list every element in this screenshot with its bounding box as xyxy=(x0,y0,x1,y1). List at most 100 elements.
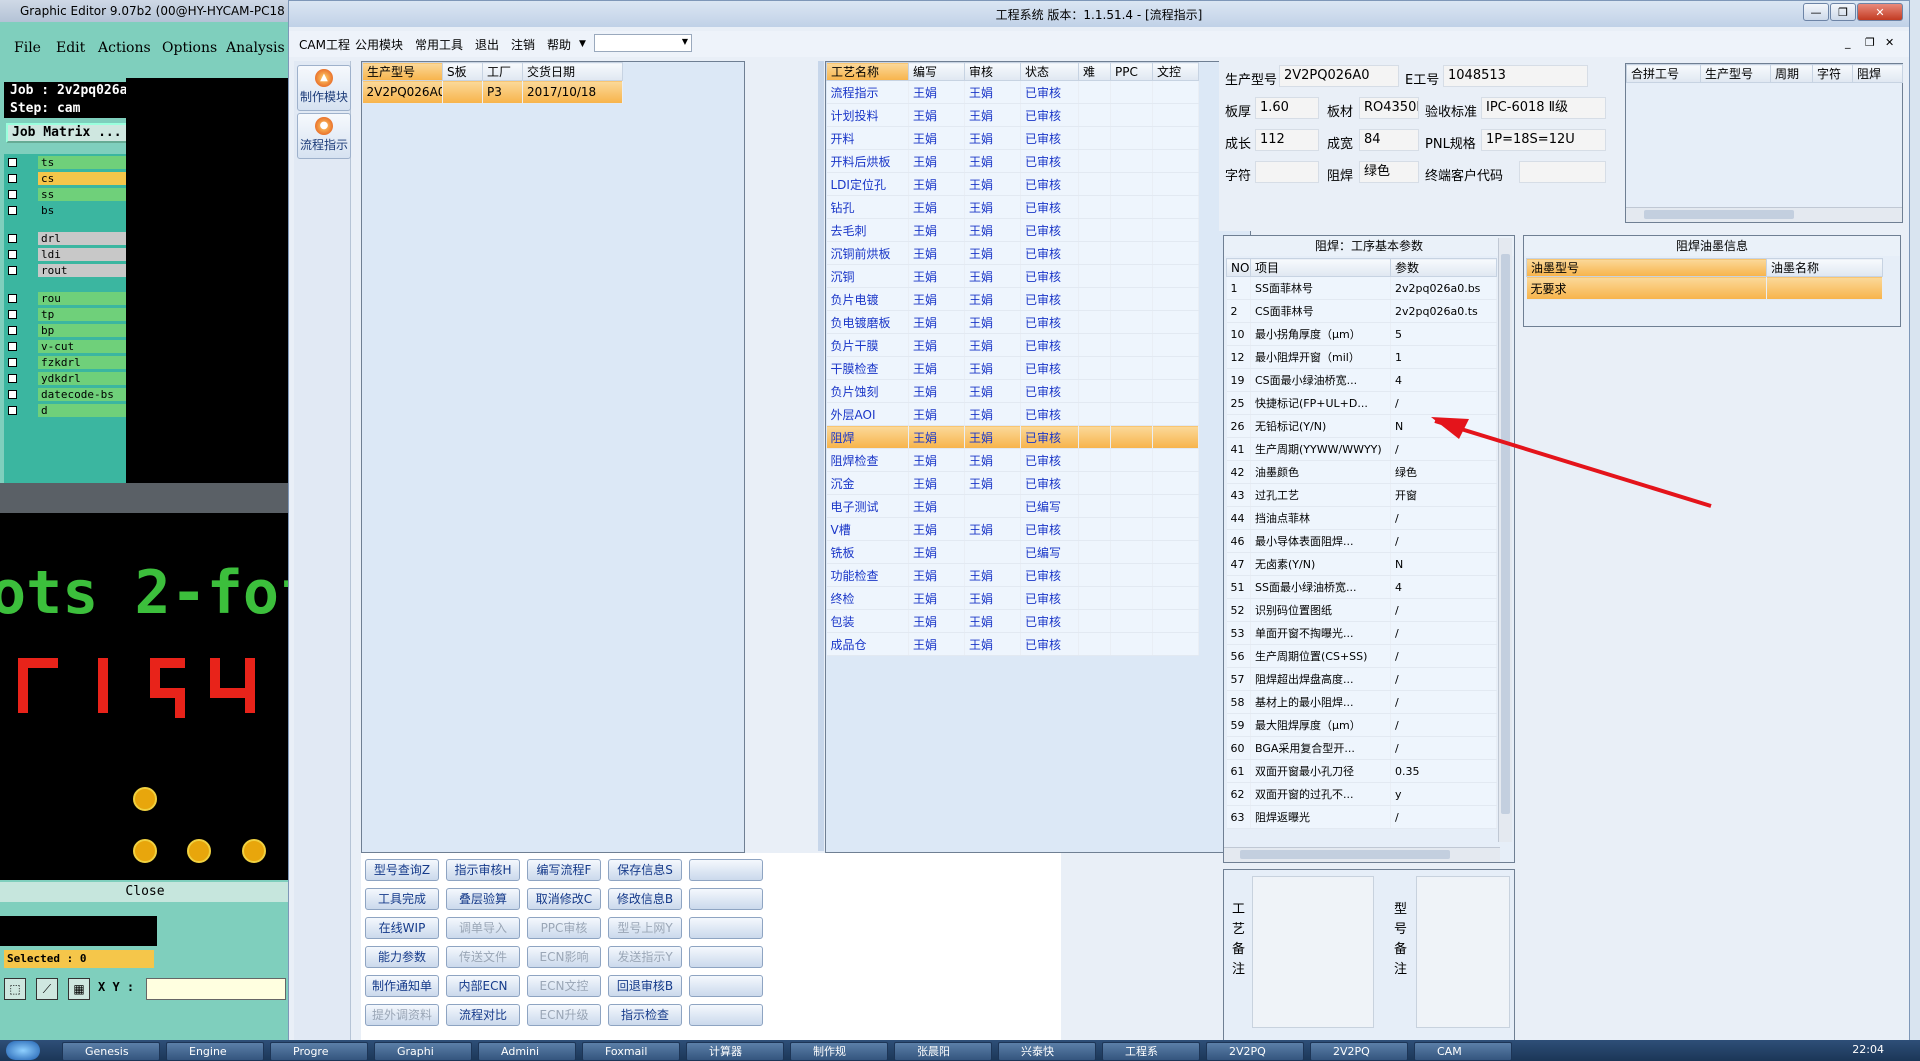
process-row[interactable]: 铣板 王娟 已编写 xyxy=(826,540,1199,564)
process-row[interactable]: 电子测试 王娟 已编写 xyxy=(826,494,1199,518)
action-button-4-0[interactable]: 制作通知单 xyxy=(365,975,439,997)
action-button-2-3[interactable]: 型号上网Y xyxy=(608,917,682,939)
layer-checkbox[interactable] xyxy=(8,206,17,215)
layer-row-2[interactable]: ss xyxy=(8,188,126,202)
layer-checkbox[interactable] xyxy=(8,326,17,335)
param-row[interactable]: 25 快捷标记(FP+UL+D... / xyxy=(1226,391,1497,415)
ge-menu-edit[interactable]: Edit xyxy=(56,40,85,56)
param-row[interactable]: 57 阻焊超出焊盘高度... / xyxy=(1226,667,1497,691)
proc-col-status[interactable]: 状态 xyxy=(1020,62,1079,81)
layer-checkbox[interactable] xyxy=(8,294,17,303)
taskbar-item[interactable]: Admini xyxy=(478,1042,576,1061)
action-button-4-2[interactable]: ECN文控 xyxy=(527,975,601,997)
process-row[interactable]: 包装 王娟 王娟 已审核 xyxy=(826,609,1199,633)
layer-checkbox[interactable] xyxy=(8,342,17,351)
ink-col-name[interactable]: 油墨名称 xyxy=(1766,258,1883,277)
layer-checkbox[interactable] xyxy=(8,406,17,415)
menu-dropdown-icon[interactable]: ▼ xyxy=(579,39,586,49)
layer-row-11[interactable]: fzkdrl xyxy=(8,356,126,370)
action-button-0-2[interactable]: 编写流程F xyxy=(527,859,601,881)
action-button-2-0[interactable]: 在线WIP xyxy=(365,917,439,939)
param-row[interactable]: 26 无铅标记(Y/N) N xyxy=(1226,414,1497,438)
process-row[interactable]: LDI定位孔 王娟 王娟 已审核 xyxy=(826,172,1199,196)
process-row[interactable]: V槽 王娟 王娟 已审核 xyxy=(826,517,1199,541)
zoom-icon[interactable]: ⬚ xyxy=(4,978,26,1000)
param-row[interactable]: 41 生产周期(YYWW/WWYY) / xyxy=(1226,437,1497,461)
taskbar-item[interactable]: Graphi xyxy=(374,1042,472,1061)
layer-row-8[interactable]: tp xyxy=(8,308,126,322)
layer-row-1[interactable]: cs xyxy=(8,172,126,186)
param-row[interactable]: 43 过孔工艺 开窗 xyxy=(1226,483,1497,507)
model-field[interactable]: 2V2PQ026A0 xyxy=(1279,65,1399,87)
taskbar-item[interactable]: Progre xyxy=(270,1042,368,1061)
action-button-3-3[interactable]: 发送指示Y xyxy=(608,946,682,968)
maximize-icon[interactable]: ❐ xyxy=(1830,3,1856,21)
param-row[interactable]: 62 双面开窗的过孔不... y xyxy=(1226,782,1497,806)
mdi-minimize-icon[interactable]: _ xyxy=(1845,36,1851,49)
layer-row-12[interactable]: ydkdrl xyxy=(8,372,126,386)
process-row[interactable]: 外层AOI 王娟 王娟 已审核 xyxy=(826,402,1199,426)
process-remarks-textarea[interactable] xyxy=(1252,876,1374,1028)
taskbar-item[interactable]: 工程系 xyxy=(1102,1042,1200,1061)
menu-exit[interactable]: 退出 xyxy=(475,36,499,53)
layer-checkbox[interactable] xyxy=(8,190,17,199)
nav-process-instruction[interactable]: ● 流程指示 xyxy=(297,113,351,159)
action-button-4-4[interactable] xyxy=(689,975,763,997)
action-button-1-1[interactable]: 叠层验算 xyxy=(446,888,520,910)
param-scrollbar[interactable] xyxy=(1498,238,1512,842)
menu-common-module[interactable]: 公用模块 xyxy=(355,36,403,53)
param-row[interactable]: 52 识别码位置图纸 / xyxy=(1226,598,1497,622)
mdi-close-icon[interactable]: ✕ xyxy=(1885,36,1894,49)
action-button-1-2[interactable]: 取消修改C xyxy=(527,888,601,910)
taskbar-item[interactable]: 兴泰快 xyxy=(998,1042,1096,1061)
customer-code-field[interactable] xyxy=(1519,161,1606,183)
action-button-3-0[interactable]: 能力参数 xyxy=(365,946,439,968)
taskbar-item[interactable]: 制作规 xyxy=(790,1042,888,1061)
layer-checkbox[interactable] xyxy=(8,390,17,399)
taskbar-item[interactable]: 张晨阳 xyxy=(894,1042,992,1061)
layer-row-5[interactable]: ldi xyxy=(8,248,126,262)
merge-col-mask[interactable]: 阻焊 xyxy=(1852,64,1903,83)
width-field[interactable]: 84 xyxy=(1359,129,1419,151)
proc-col-reviewer[interactable]: 审核 xyxy=(964,62,1021,81)
param-row[interactable]: 56 生产周期位置(CS+SS) / xyxy=(1226,644,1497,668)
action-button-1-3[interactable]: 修改信息B xyxy=(608,888,682,910)
layer-row-0[interactable]: ts xyxy=(8,156,126,170)
menu-combo-box[interactable]: ▼ xyxy=(594,34,692,52)
taskbar-item[interactable]: CAM xyxy=(1414,1042,1512,1061)
taskbar-item[interactable]: 2V2PQ xyxy=(1310,1042,1408,1061)
layer-row-4[interactable]: drl xyxy=(8,232,126,246)
param-row[interactable]: 59 最大阻焊厚度（μm） / xyxy=(1226,713,1497,737)
job-col-s[interactable]: S板 xyxy=(442,62,483,81)
ge-menu-options[interactable]: Options xyxy=(162,40,217,56)
taskbar-item[interactable]: Engine xyxy=(166,1042,264,1061)
param-row[interactable]: 12 最小阻焊开窗（mil） 1 xyxy=(1226,345,1497,369)
process-row[interactable]: 干膜检查 王娟 王娟 已审核 xyxy=(826,356,1199,380)
layer-checkbox[interactable] xyxy=(8,234,17,243)
layer-checkbox[interactable] xyxy=(8,158,17,167)
ink-row[interactable]: 无要求 xyxy=(1526,276,1883,300)
process-row[interactable]: 沉铜前烘板 王娟 王娟 已审核 xyxy=(826,241,1199,265)
ge-close-button[interactable]: Close xyxy=(0,882,290,902)
close-icon[interactable]: ✕ xyxy=(1857,3,1903,21)
menu-help[interactable]: 帮助 xyxy=(547,36,571,53)
layer-checkbox[interactable] xyxy=(8,310,17,319)
action-button-5-2[interactable]: ECN升级 xyxy=(527,1004,601,1026)
param-row[interactable]: 58 基材上的最小阻焊... / xyxy=(1226,690,1497,714)
taskbar-item[interactable]: Genesis xyxy=(62,1042,160,1061)
action-button-4-3[interactable]: 回退审核B xyxy=(608,975,682,997)
job-row[interactable]: 2V2PQ026A0 P3 2017/10/18 xyxy=(362,80,623,104)
material-field[interactable]: RO4350B xyxy=(1359,97,1419,119)
action-button-2-2[interactable]: PPC审核 xyxy=(527,917,601,939)
merge-scrollbar[interactable] xyxy=(1626,207,1902,222)
param-row[interactable]: 42 油墨颜色 绿色 xyxy=(1226,460,1497,484)
param-col-no[interactable]: NO xyxy=(1226,258,1251,277)
process-row[interactable]: 负电镀磨板 王娟 王娟 已审核 xyxy=(826,310,1199,334)
pnl-spec-field[interactable]: 1P=18S=12U xyxy=(1481,129,1606,151)
measure-icon[interactable]: ⟋ xyxy=(36,978,58,1000)
taskbar-item[interactable]: 计算器 xyxy=(686,1042,784,1061)
ge-canvas[interactable]: ots 2-fof-5 xyxy=(0,483,290,883)
param-row[interactable]: 19 CS面最小绿油桥宽... 4 xyxy=(1226,368,1497,392)
proc-col-doc[interactable]: 文控 xyxy=(1152,62,1199,81)
splitter[interactable] xyxy=(818,61,824,851)
